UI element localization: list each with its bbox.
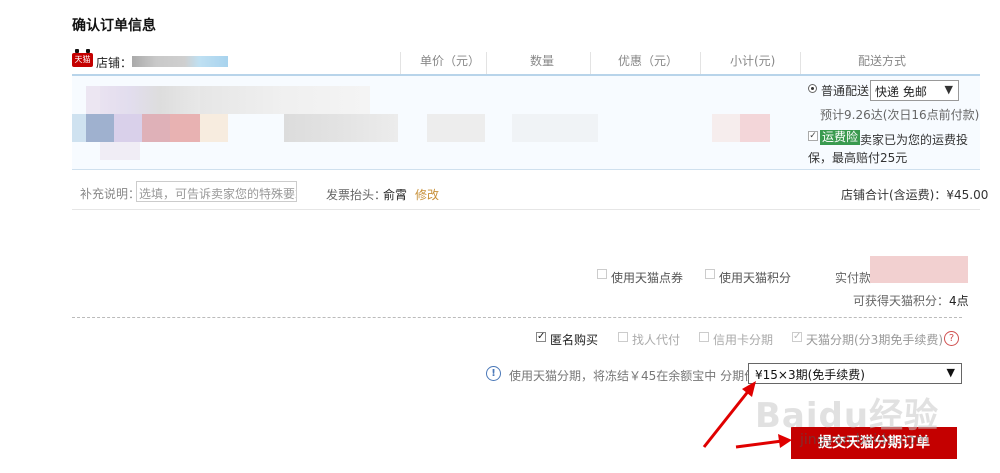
column-divider xyxy=(486,52,487,74)
shop-label: 店铺： xyxy=(96,56,133,70)
note-label: 补充说明： xyxy=(80,187,141,201)
proxy-pay-checkbox[interactable] xyxy=(618,332,628,342)
quantity-redacted xyxy=(512,114,598,142)
watermark-logo: Baidu经验 xyxy=(755,396,940,436)
column-divider xyxy=(700,52,701,74)
info-icon: ! xyxy=(486,366,501,381)
coupon-checkbox[interactable] xyxy=(597,269,607,279)
invoice-value: 俞霄 xyxy=(383,188,408,202)
anonymous-label: 匿名购买 xyxy=(550,333,599,347)
delivery-radio[interactable] xyxy=(808,84,817,93)
col-delivery: 配送方式 xyxy=(858,54,907,68)
col-subtotal: 小计(元) xyxy=(730,54,776,68)
subtotal-redacted xyxy=(712,114,740,142)
points-label: 使用天猫积分 xyxy=(719,271,792,285)
shipping-select[interactable]: 快递 免邮 ▼ xyxy=(870,80,959,101)
column-divider xyxy=(800,52,801,74)
product-image-redacted xyxy=(170,114,200,142)
product-title-redacted xyxy=(200,86,370,114)
insurance-checkbox[interactable]: ✓ xyxy=(808,131,818,141)
points-earned-label: 可获得天猫积分： xyxy=(853,294,950,308)
credit-installment-label: 信用卡分期 xyxy=(713,333,774,347)
points-earned: 可获得天猫积分：4点 xyxy=(853,292,969,309)
product-sku-redacted xyxy=(284,114,398,142)
shipping-select-value: 快递 免邮 xyxy=(875,85,927,99)
insurance-text: 保，最高赔付25元 xyxy=(808,151,908,165)
tmall-logo-icon: 天猫 xyxy=(72,49,93,67)
product-image-redacted xyxy=(114,114,142,142)
credit-installment-checkbox[interactable] xyxy=(699,332,709,342)
product-image-redacted xyxy=(100,142,140,160)
insurance-text: 卖家已为您的运费投 xyxy=(860,133,969,147)
col-discount: 优惠（元） xyxy=(618,54,679,68)
tmall-installment-label: 天猫分期(分3期免手续费) xyxy=(806,333,943,347)
unit-price-redacted xyxy=(427,114,485,142)
dashed-divider xyxy=(72,317,962,318)
product-title-redacted xyxy=(100,86,200,114)
tmall-installment-checkbox[interactable]: ✓ xyxy=(792,332,802,342)
shop-name-redacted xyxy=(132,56,228,67)
points-earned-value: 4点 xyxy=(949,294,969,308)
delivery-eta: 预计9.26达(次日16点前付款) xyxy=(820,108,980,122)
col-unit-price: 单价（元） xyxy=(420,54,481,68)
invoice-edit-link[interactable]: 修改 xyxy=(415,186,439,203)
product-image-redacted xyxy=(86,86,100,114)
col-quantity: 数量 xyxy=(530,54,555,68)
product-image-redacted xyxy=(72,114,86,142)
arrow-line xyxy=(702,388,752,448)
item-divider xyxy=(72,169,980,170)
delivery-option-label: 普通配送 xyxy=(821,84,870,98)
points-checkbox[interactable] xyxy=(705,269,715,279)
column-divider xyxy=(590,52,591,74)
help-icon[interactable]: ? xyxy=(944,331,959,346)
payment-amount-redacted xyxy=(870,256,968,283)
proxy-pay-label: 找人代付 xyxy=(632,333,681,347)
shop-total: 店铺合计(含运费)：¥45.00 xyxy=(841,188,989,202)
arrow-line xyxy=(735,439,783,449)
product-image-redacted xyxy=(200,114,228,142)
subtotal-redacted xyxy=(740,114,770,142)
chevron-down-icon: ▼ xyxy=(944,83,953,96)
note-input[interactable]: 选填，可告诉卖家您的特殊要求 xyxy=(136,181,297,202)
insurance-badge: 运费险 xyxy=(820,130,861,145)
page-title: 确认订单信息 xyxy=(72,18,156,34)
section-divider xyxy=(72,209,980,210)
invoice-label: 发票抬头： xyxy=(326,188,387,202)
column-divider xyxy=(400,52,401,74)
product-image-redacted xyxy=(142,114,170,142)
chevron-down-icon: ▼ xyxy=(946,366,955,379)
watermark-url: jingyan.baidu.com xyxy=(800,432,930,448)
product-image-redacted xyxy=(86,114,114,142)
coupon-label: 使用天猫点券 xyxy=(611,271,684,285)
anonymous-checkbox[interactable]: ✓ xyxy=(536,332,546,342)
